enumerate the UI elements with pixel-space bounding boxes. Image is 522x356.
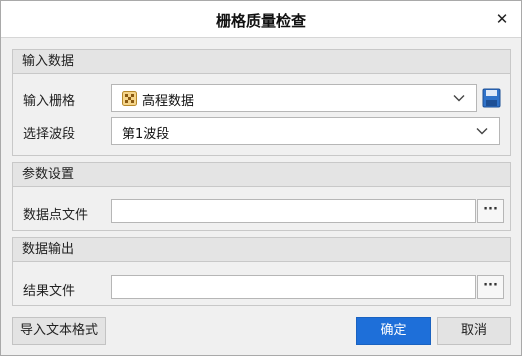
raster-dataset-icon <box>122 91 137 106</box>
close-icon[interactable]: ✕ <box>493 10 511 28</box>
raster-select[interactable]: 高程数据 <box>111 84 477 112</box>
input-data-header: 输入数据 <box>13 50 510 74</box>
chevron-down-icon <box>476 128 488 135</box>
save-icon[interactable] <box>482 87 501 109</box>
band-label: 选择波段 <box>23 127 76 142</box>
result-file-input[interactable] <box>111 275 476 299</box>
dialog-title: 栅格质量检查 <box>215 12 306 30</box>
points-file-input[interactable] <box>111 199 476 223</box>
result-browse-button[interactable]: ··· <box>477 275 504 299</box>
points-browse-button[interactable]: ··· <box>477 199 504 223</box>
cancel-button[interactable]: 取消 <box>437 317 511 345</box>
band-select[interactable]: 第1波段 <box>111 117 500 145</box>
data-output-header: 数据输出 <box>13 238 510 262</box>
result-file-label: 结果文件 <box>23 284 76 299</box>
raster-select-value: 高程数据 <box>142 94 195 109</box>
quality-check-dialog: 栅格质量检查 ✕ 输入数据 输入栅格 高程数据 选择波段 第1波段 参数设置 数… <box>0 0 522 356</box>
points-file-label: 数据点文件 <box>23 208 89 223</box>
band-select-value: 第1波段 <box>122 127 170 142</box>
parameters-header: 参数设置 <box>13 163 510 187</box>
import-text-format-button[interactable]: 导入文本格式 <box>12 317 106 345</box>
chevron-down-icon <box>453 95 465 102</box>
raster-label: 输入栅格 <box>23 94 76 109</box>
title-bar: 栅格质量检查 ✕ <box>1 1 521 38</box>
ok-button[interactable]: 确定 <box>356 317 431 345</box>
